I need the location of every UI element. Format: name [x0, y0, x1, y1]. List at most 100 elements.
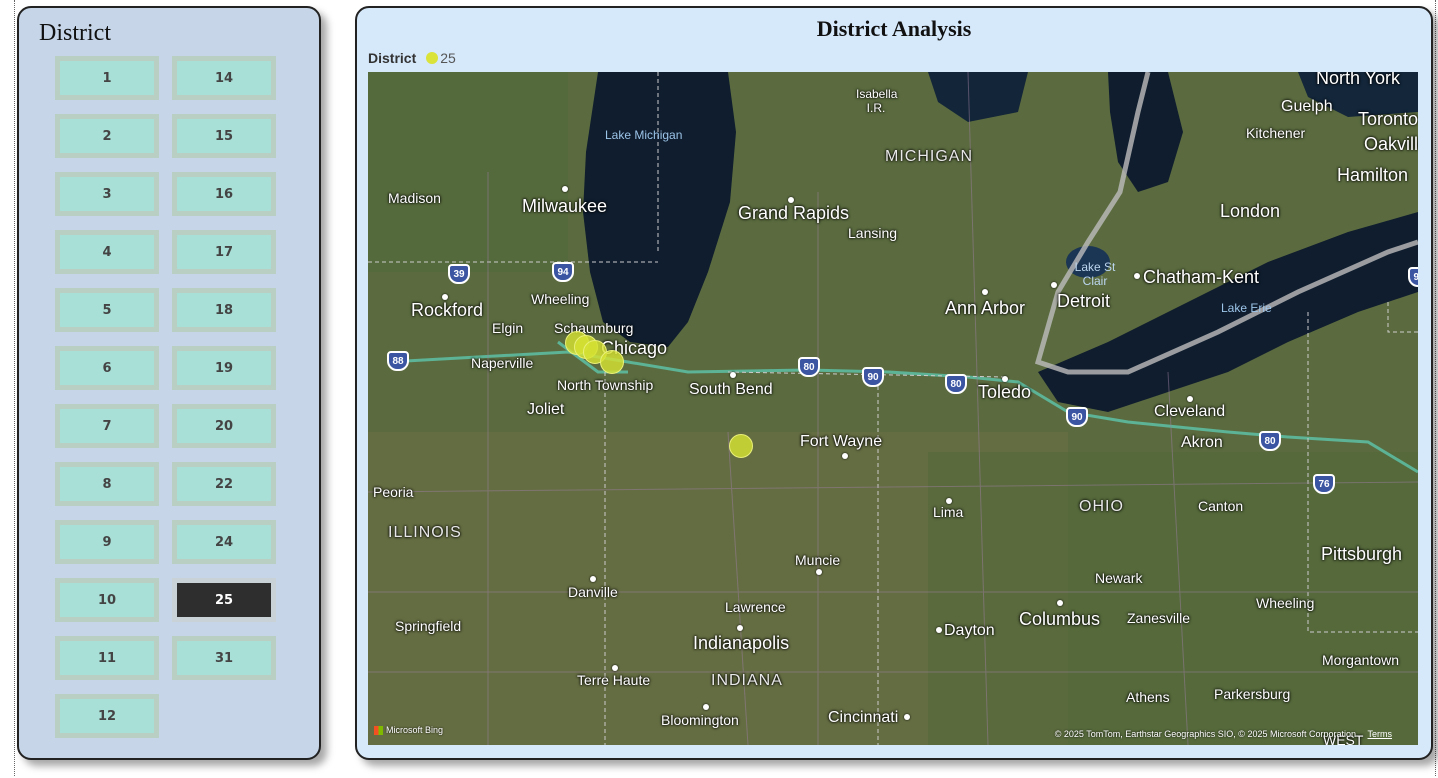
map-label: Chatham-Kent: [1143, 267, 1260, 287]
map-label: Lake Michigan: [605, 128, 683, 142]
slicer-tile-11[interactable]: 11: [55, 636, 159, 680]
district-25-bubble[interactable]: [729, 434, 753, 458]
city-point: [562, 186, 568, 192]
map-label: Lake St Clair: [1074, 260, 1116, 288]
terms-link[interactable]: Terms: [1368, 729, 1393, 739]
map-label: Lawrence: [725, 599, 786, 615]
interstate-shield-icon: 80: [1259, 431, 1281, 451]
map-label: Milwaukee: [522, 196, 608, 216]
slicer-tile-9[interactable]: 9: [55, 520, 159, 564]
slicer-tile-18[interactable]: 18: [172, 288, 276, 332]
map-label: MICHIGAN: [885, 148, 973, 165]
slicer-tile-4[interactable]: 4: [55, 230, 159, 274]
map-label: Toledo: [978, 382, 1032, 402]
microsoft-logo-icon: [374, 725, 383, 735]
map-label: Dayton: [944, 622, 995, 639]
map-label: Cleveland: [1154, 403, 1226, 420]
interstate-shield-icon: 39: [448, 264, 470, 284]
city-point: [703, 704, 709, 710]
slicer-tile-7[interactable]: 7: [55, 404, 159, 448]
city-point: [1187, 396, 1193, 402]
slicer-tile-5[interactable]: 5: [55, 288, 159, 332]
bing-logo: Microsoft Bing: [374, 725, 443, 735]
map-label: Terre Haute: [577, 672, 651, 688]
legend-item[interactable]: 25: [440, 50, 456, 66]
map-label: Oakville: [1364, 134, 1418, 154]
district-25-bubble[interactable]: [600, 350, 624, 374]
map-label: Wheeling: [531, 291, 590, 307]
map-label: Peoria: [373, 484, 414, 500]
slicer-tile-17[interactable]: 17: [172, 230, 276, 274]
map-label: Akron: [1181, 434, 1223, 451]
satellite-map[interactable]: North York Guelph Toronto Kitchener Oakv…: [368, 72, 1418, 745]
map-label: Guelph: [1281, 98, 1333, 115]
slicer-tile-6[interactable]: 6: [55, 346, 159, 390]
map-label: INDIANA: [711, 672, 783, 689]
slicer-tile-1[interactable]: 1: [55, 56, 159, 100]
map-label: Joliet: [527, 401, 565, 418]
slicer-tile-14[interactable]: 14: [172, 56, 276, 100]
city-point: [1134, 273, 1140, 279]
interstate-shield-icon: 94: [552, 262, 574, 282]
city-point: [612, 665, 618, 671]
map-label: OHIO: [1079, 498, 1124, 515]
map-label: Muncie: [795, 552, 841, 568]
visual-title: District Analysis: [816, 16, 972, 41]
slicer-tile-20[interactable]: 20: [172, 404, 276, 448]
slicer-tile-8[interactable]: 8: [55, 462, 159, 506]
city-point: [904, 714, 910, 720]
map-label: London: [1220, 201, 1281, 221]
slicer-tile-25[interactable]: 25: [172, 578, 276, 622]
city-point: [816, 569, 822, 575]
slicer-tile-12[interactable]: 12: [55, 694, 159, 738]
interstate-shield-icon: 76: [1313, 474, 1335, 494]
slicer-tile-24[interactable]: 24: [172, 520, 276, 564]
city-point: [590, 576, 596, 582]
interstate-shield-icon: 80: [798, 357, 820, 377]
map-label: Isabella I.R.: [856, 87, 898, 115]
map-label: Lake Erie: [1221, 301, 1272, 315]
slicer-tile-15[interactable]: 15: [172, 114, 276, 158]
map-label: Bloomington: [661, 712, 739, 728]
slicer-tile-10[interactable]: 10: [55, 578, 159, 622]
map-label: South Bend: [689, 381, 773, 398]
map-label: Morgantown: [1322, 652, 1400, 668]
map-label: Lima: [933, 504, 964, 520]
map-label: Hamilton: [1337, 165, 1409, 185]
slicer-tile-31[interactable]: 31: [172, 636, 276, 680]
slicer-tile-19[interactable]: 19: [172, 346, 276, 390]
district-slicer: District 1 14 2 15 3 16 4 17 5 18 6 19 7 20 8 22 9 24 10 25…: [17, 6, 321, 760]
slicer-tile-3[interactable]: 3: [55, 172, 159, 216]
map-label: Parkersburg: [1214, 686, 1291, 702]
city-point: [1051, 282, 1057, 288]
map-label: Elgin: [492, 320, 524, 336]
map-label: Springfield: [395, 618, 462, 634]
map-label: Kitchener: [1246, 125, 1306, 141]
interstate-shield-icon: 90: [1066, 407, 1088, 427]
city-point: [982, 289, 988, 295]
map-label: Wheeling: [1256, 595, 1315, 611]
map-label: Toronto: [1358, 109, 1418, 129]
map-label: Naperville: [471, 355, 534, 371]
map-label: Rockford: [411, 300, 484, 320]
map-legend: District 25: [368, 50, 456, 66]
map-label: ILLINOIS: [388, 524, 462, 541]
map-label: Grand Rapids: [738, 203, 850, 223]
bing-text: Microsoft Bing: [386, 725, 444, 735]
map-label: Detroit: [1057, 291, 1111, 311]
map-label: Indianapolis: [693, 633, 790, 653]
map-label: Zanesville: [1127, 610, 1191, 626]
map-label: Schaumburg: [554, 320, 634, 336]
city-point: [1057, 600, 1063, 606]
map-label: North York: [1316, 72, 1401, 88]
interstate-shield-icon: 88: [387, 351, 409, 371]
interstate-shield-icon: 90: [862, 367, 884, 387]
map-label: North Township: [557, 377, 654, 393]
map-label: Cincinnati: [828, 709, 899, 726]
legend-marker-icon: [426, 52, 439, 64]
map-label: Madison: [388, 190, 441, 206]
interstate-shield-icon: 80: [945, 374, 967, 394]
slicer-tile-22[interactable]: 22: [172, 462, 276, 506]
slicer-tile-2[interactable]: 2: [55, 114, 159, 158]
slicer-tile-16[interactable]: 16: [172, 172, 276, 216]
